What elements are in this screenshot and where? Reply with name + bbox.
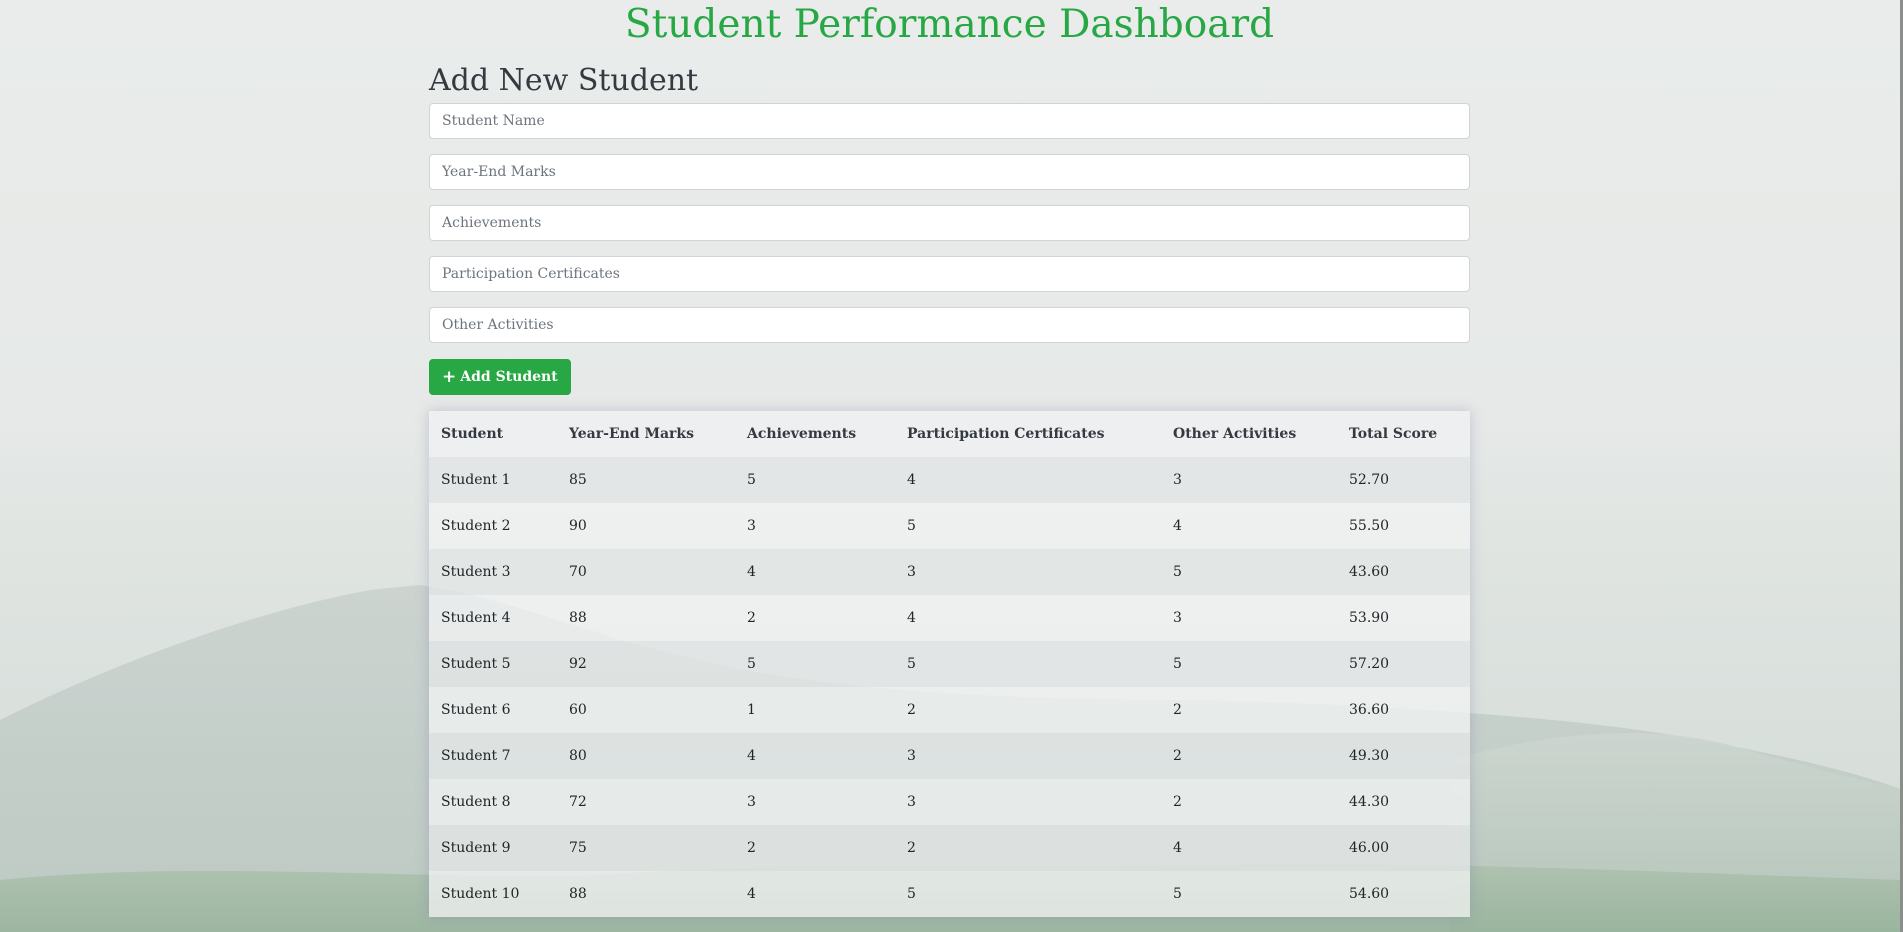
cell-other-activities: 5	[1161, 871, 1337, 917]
dashboard-container: Student Performance Dashboard Add New St…	[429, 0, 1470, 917]
cell-total-score: 44.30	[1337, 779, 1470, 825]
cell-other-activities: 4	[1161, 503, 1337, 549]
cell-achievements: 5	[735, 457, 895, 503]
student-name-input[interactable]	[429, 103, 1470, 139]
cell-total-score: 53.90	[1337, 595, 1470, 641]
plus-icon: +	[442, 366, 457, 387]
cell-year-end-marks: 88	[557, 595, 735, 641]
header-achievements: Achievements	[735, 411, 895, 457]
table-row: Student 5 92 5 5 5 57.20	[429, 641, 1470, 687]
header-participation-certificates: Participation Certificates	[895, 411, 1161, 457]
cell-achievements: 2	[735, 825, 895, 871]
cell-participation-certificates: 4	[895, 595, 1161, 641]
cell-achievements: 2	[735, 595, 895, 641]
add-student-form: + Add Student	[429, 103, 1470, 395]
participation-certificates-input[interactable]	[429, 256, 1470, 292]
cell-participation-certificates: 5	[895, 503, 1161, 549]
table-body: Student 1 85 5 4 3 52.70 Student 2 90 3 5 4 55.50 St…	[429, 457, 1470, 917]
cell-year-end-marks: 85	[557, 457, 735, 503]
cell-other-activities: 2	[1161, 733, 1337, 779]
cell-participation-certificates: 3	[895, 549, 1161, 595]
cell-other-activities: 4	[1161, 825, 1337, 871]
add-student-button-label: Add Student	[460, 369, 558, 385]
table-row: Student 4 88 2 4 3 53.90	[429, 595, 1470, 641]
cell-student: Student 5	[429, 641, 557, 687]
table-row: Student 9 75 2 2 4 46.00	[429, 825, 1470, 871]
header-total-score: Total Score	[1337, 411, 1470, 457]
cell-total-score: 57.20	[1337, 641, 1470, 687]
cell-participation-certificates: 2	[895, 825, 1161, 871]
table-row: Student 1 85 5 4 3 52.70	[429, 457, 1470, 503]
cell-other-activities: 2	[1161, 687, 1337, 733]
cell-total-score: 46.00	[1337, 825, 1470, 871]
cell-participation-certificates: 4	[895, 457, 1161, 503]
header-year-end-marks: Year-End Marks	[557, 411, 735, 457]
table-row: Student 6 60 1 2 2 36.60	[429, 687, 1470, 733]
cell-year-end-marks: 75	[557, 825, 735, 871]
cell-other-activities: 3	[1161, 595, 1337, 641]
cell-total-score: 55.50	[1337, 503, 1470, 549]
table-row: Student 2 90 3 5 4 55.50	[429, 503, 1470, 549]
cell-other-activities: 5	[1161, 549, 1337, 595]
page-title: Student Performance Dashboard	[624, 2, 1275, 47]
cell-student: Student 10	[429, 871, 557, 917]
students-table: Student Year-End Marks Achievements Part…	[429, 411, 1470, 917]
cell-achievements: 4	[735, 871, 895, 917]
add-student-button[interactable]: + Add Student	[429, 359, 571, 395]
cell-participation-certificates: 3	[895, 733, 1161, 779]
cell-student: Student 4	[429, 595, 557, 641]
students-table-container: Student Year-End Marks Achievements Part…	[429, 411, 1470, 917]
cell-participation-certificates: 5	[895, 641, 1161, 687]
cell-total-score: 43.60	[1337, 549, 1470, 595]
cell-participation-certificates: 2	[895, 687, 1161, 733]
cell-other-activities: 5	[1161, 641, 1337, 687]
cell-total-score: 52.70	[1337, 457, 1470, 503]
cell-student: Student 2	[429, 503, 557, 549]
cell-student: Student 9	[429, 825, 557, 871]
cell-student: Student 6	[429, 687, 557, 733]
cell-student: Student 8	[429, 779, 557, 825]
other-activities-input[interactable]	[429, 307, 1470, 343]
year-end-marks-input[interactable]	[429, 154, 1470, 190]
cell-achievements: 5	[735, 641, 895, 687]
cell-other-activities: 2	[1161, 779, 1337, 825]
cell-year-end-marks: 90	[557, 503, 735, 549]
cell-total-score: 54.60	[1337, 871, 1470, 917]
cell-year-end-marks: 88	[557, 871, 735, 917]
header-other-activities: Other Activities	[1161, 411, 1337, 457]
table-row: Student 7 80 4 3 2 49.30	[429, 733, 1470, 779]
cell-year-end-marks: 60	[557, 687, 735, 733]
table-row: Student 10 88 4 5 5 54.60	[429, 871, 1470, 917]
cell-achievements: 1	[735, 687, 895, 733]
add-student-heading: Add New Student	[429, 63, 699, 98]
cell-year-end-marks: 72	[557, 779, 735, 825]
cell-participation-certificates: 3	[895, 779, 1161, 825]
cell-achievements: 4	[735, 733, 895, 779]
cell-achievements: 3	[735, 779, 895, 825]
cell-student: Student 1	[429, 457, 557, 503]
cell-year-end-marks: 70	[557, 549, 735, 595]
cell-total-score: 36.60	[1337, 687, 1470, 733]
header-student: Student	[429, 411, 557, 457]
achievements-input[interactable]	[429, 205, 1470, 241]
cell-achievements: 4	[735, 549, 895, 595]
table-row: Student 3 70 4 3 5 43.60	[429, 549, 1470, 595]
table-row: Student 8 72 3 3 2 44.30	[429, 779, 1470, 825]
cell-student: Student 3	[429, 549, 557, 595]
cell-other-activities: 3	[1161, 457, 1337, 503]
cell-achievements: 3	[735, 503, 895, 549]
cell-year-end-marks: 92	[557, 641, 735, 687]
cell-total-score: 49.30	[1337, 733, 1470, 779]
cell-student: Student 7	[429, 733, 557, 779]
table-header-row: Student Year-End Marks Achievements Part…	[429, 411, 1470, 457]
cell-participation-certificates: 5	[895, 871, 1161, 917]
cell-year-end-marks: 80	[557, 733, 735, 779]
